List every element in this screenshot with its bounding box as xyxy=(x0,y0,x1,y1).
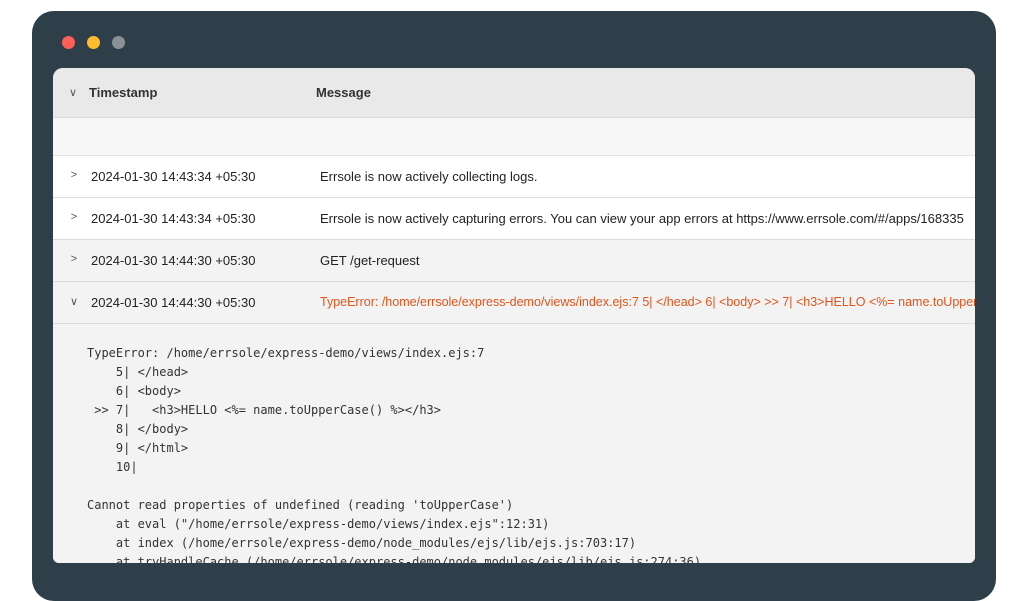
log-message: GET /get-request xyxy=(320,253,420,268)
logs-panel: ∨ Timestamp Message > 2024-01-30 14:43:3… xyxy=(53,68,975,563)
stack-trace-line: >> 7| <h3>HELLO <%= name.toUpperCase() %… xyxy=(87,403,442,417)
stack-trace-line: 10| xyxy=(87,460,138,474)
app-window: ∨ Timestamp Message > 2024-01-30 14:43:3… xyxy=(32,11,996,601)
log-timestamp: 2024-01-30 14:44:30 +05:30 xyxy=(91,295,256,310)
zoom-window-button[interactable] xyxy=(112,36,125,49)
expand-chevron-icon[interactable]: > xyxy=(63,169,85,181)
stack-trace-line: 6| <body> xyxy=(87,384,181,398)
logs-table-header: ∨ Timestamp Message xyxy=(53,68,975,118)
expand-chevron-icon[interactable]: > xyxy=(63,253,85,265)
log-error-message: TypeError: /home/errsole/express-demo/vi… xyxy=(320,295,975,309)
log-message: Errsole is now actively collecting logs. xyxy=(320,169,538,184)
log-timestamp: 2024-01-30 14:43:34 +05:30 xyxy=(91,211,256,226)
stack-trace-line: 8| </body> xyxy=(87,422,189,436)
window-controls xyxy=(62,36,125,49)
error-stack-trace: TypeError: /home/errsole/express-demo/vi… xyxy=(53,324,975,563)
stack-trace-line: Cannot read properties of undefined (rea… xyxy=(87,498,514,512)
timestamp-column-header[interactable]: Timestamp xyxy=(89,85,157,100)
table-spacer-row xyxy=(53,118,975,156)
log-timestamp: 2024-01-30 14:44:30 +05:30 xyxy=(91,253,256,268)
expand-chevron-icon[interactable]: > xyxy=(63,211,85,223)
stack-trace-line: at eval ("/home/errsole/express-demo/vie… xyxy=(87,517,550,531)
log-row[interactable]: > 2024-01-30 14:43:34 +05:30 Errsole is … xyxy=(53,198,975,240)
log-row-expanded[interactable]: ∨ 2024-01-30 14:44:30 +05:30 TypeError: … xyxy=(53,282,975,324)
log-message: Errsole is now actively capturing errors… xyxy=(320,211,964,226)
log-row[interactable]: > 2024-01-30 14:44:30 +05:30 GET /get-re… xyxy=(53,240,975,282)
minimize-window-button[interactable] xyxy=(87,36,100,49)
message-column-header[interactable]: Message xyxy=(316,85,371,100)
stack-trace-line: at tryHandleCache (/home/errsole/express… xyxy=(87,555,702,563)
stack-trace-line: at index (/home/errsole/express-demo/nod… xyxy=(87,536,637,550)
stack-trace-line: TypeError: /home/errsole/express-demo/vi… xyxy=(87,346,485,360)
collapse-chevron-icon[interactable]: ∨ xyxy=(63,295,85,308)
close-window-button[interactable] xyxy=(62,36,75,49)
log-row[interactable]: > 2024-01-30 14:43:34 +05:30 Errsole is … xyxy=(53,156,975,198)
stack-trace-line: 9| </html> xyxy=(87,441,189,455)
log-timestamp: 2024-01-30 14:43:34 +05:30 xyxy=(91,169,256,184)
collapse-all-chevron-icon[interactable]: ∨ xyxy=(62,86,84,99)
stack-trace-line: 5| </head> xyxy=(87,365,189,379)
